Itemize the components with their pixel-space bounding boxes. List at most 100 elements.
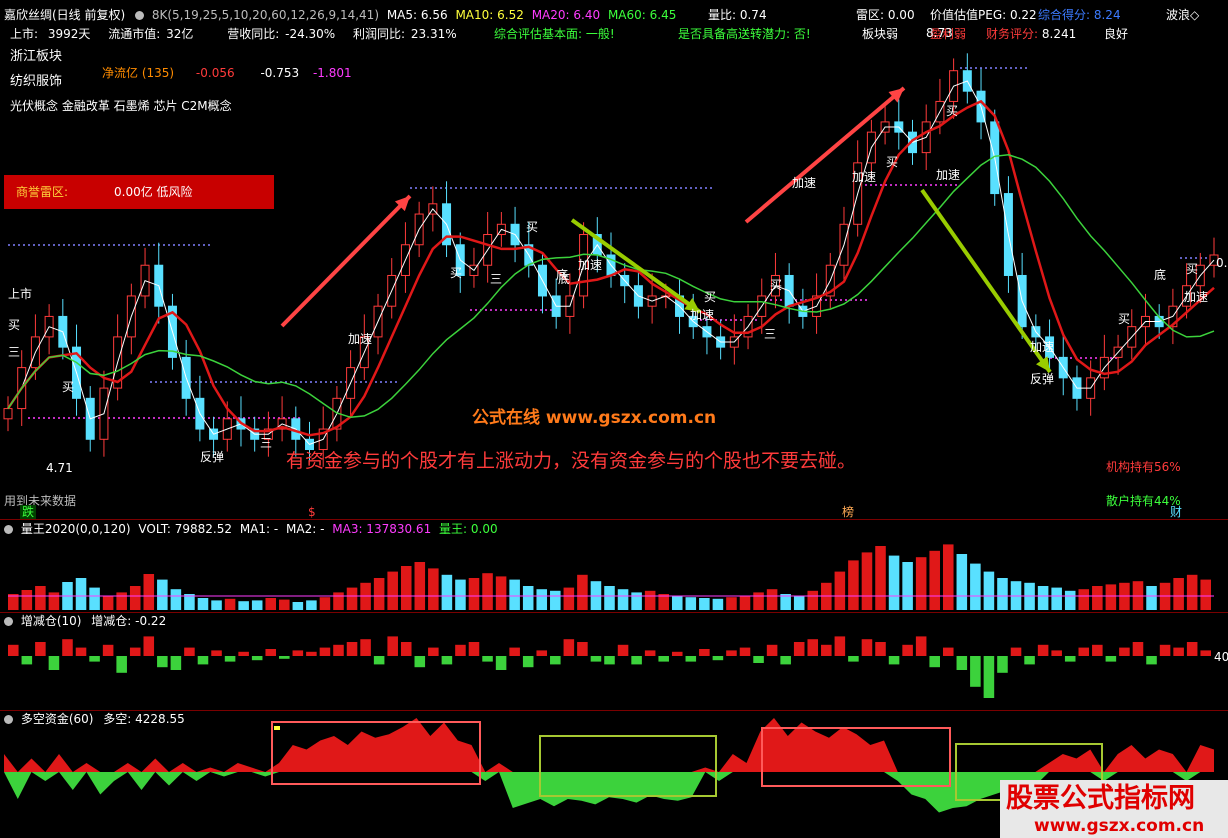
netflow-row: 净流亿 (135) -0.056 -0.753 -1.801 bbox=[102, 66, 352, 80]
volume-bar bbox=[793, 595, 805, 610]
revenue-label: 营收同比: bbox=[227, 27, 280, 41]
signal-label: 加速 bbox=[1030, 340, 1055, 354]
position-bar bbox=[726, 650, 737, 656]
watermark-title: 股票公式指标网 bbox=[1006, 783, 1195, 814]
wave-toggle[interactable]: 波浪◇ bbox=[1166, 8, 1199, 22]
position-bar bbox=[129, 647, 141, 656]
panel-divider bbox=[0, 612, 1228, 613]
position-bar bbox=[1037, 644, 1049, 656]
signal-label: 三 bbox=[764, 327, 777, 341]
volume-bar bbox=[468, 578, 480, 610]
volume-bar bbox=[1200, 579, 1211, 610]
position-bar bbox=[685, 656, 697, 662]
position-bar bbox=[1159, 644, 1171, 656]
position-bar bbox=[1200, 650, 1211, 656]
volume-bar bbox=[346, 587, 358, 610]
event-marker-dollar[interactable]: $ bbox=[308, 505, 316, 519]
volume-bar bbox=[509, 579, 520, 610]
volume-bar bbox=[224, 598, 236, 610]
ma60-value: MA60: 6.45 bbox=[607, 8, 677, 22]
signal-label: 三 bbox=[8, 345, 21, 359]
position-bar bbox=[197, 656, 209, 665]
signal-label: 加速 bbox=[578, 258, 603, 272]
volume-bar bbox=[197, 598, 209, 610]
position-bar bbox=[780, 656, 791, 665]
region-tag: 浙江板块 bbox=[10, 49, 63, 64]
listed-label: 上市: bbox=[10, 27, 39, 41]
volume-bar bbox=[766, 589, 778, 610]
volume-bar bbox=[89, 587, 100, 610]
volume-bar bbox=[699, 598, 710, 610]
position-bar bbox=[1132, 642, 1144, 656]
position-bar bbox=[522, 656, 534, 668]
watermark-url: www.gszx.com.cn bbox=[1034, 816, 1205, 836]
position-bar bbox=[658, 656, 669, 662]
position-bar bbox=[997, 656, 1008, 673]
position-bar bbox=[1186, 642, 1198, 656]
high-price-label: 8.73 bbox=[926, 26, 953, 40]
position-bar bbox=[766, 644, 778, 656]
signal-label: 加速 bbox=[348, 332, 373, 346]
volume-bar bbox=[400, 566, 412, 610]
risk-value: 0.00亿 低风险 bbox=[114, 185, 193, 199]
position-bar bbox=[793, 642, 805, 656]
position-bar bbox=[1024, 656, 1035, 665]
volume-bar bbox=[21, 590, 33, 610]
position-bar bbox=[306, 651, 317, 656]
position-bar bbox=[333, 644, 344, 656]
volume-bar bbox=[807, 590, 819, 610]
signal-label: 底 bbox=[1154, 268, 1167, 282]
volume-bar bbox=[35, 586, 46, 610]
position-bar bbox=[577, 642, 588, 656]
volume-bar bbox=[373, 578, 385, 610]
signal-label: 反弹 bbox=[200, 450, 225, 464]
event-marker-cai[interactable]: 财 bbox=[1170, 505, 1182, 519]
position-bar bbox=[102, 644, 114, 656]
position-bar bbox=[848, 656, 859, 662]
volume-bar bbox=[129, 586, 141, 610]
goodwill-risk-box: 商誉雷区: 0.00亿 低风险 bbox=[4, 175, 274, 209]
position-bar bbox=[346, 642, 358, 656]
position-bar bbox=[888, 656, 900, 665]
volume-bar bbox=[333, 592, 344, 610]
volume-bar bbox=[143, 574, 155, 610]
ma-params: 8K(5,19,25,5,10,20,60,12,26,9,14,41) bbox=[151, 8, 379, 22]
position-chart[interactable] bbox=[0, 614, 1228, 710]
position-bar bbox=[821, 644, 832, 656]
signal-label: 买 bbox=[8, 318, 21, 332]
signal-label: 买 bbox=[62, 380, 75, 394]
financial-score: 财务评分: 8.241 bbox=[986, 27, 1076, 41]
position-bar bbox=[536, 650, 548, 656]
volume-bar bbox=[712, 598, 724, 610]
stock-title[interactable]: 嘉欣丝绸(日线 前复权) bbox=[4, 8, 125, 22]
event-marker-die[interactable]: 跌 bbox=[20, 505, 37, 519]
institution-holding: 机构持有56% bbox=[1106, 460, 1181, 474]
position-bar bbox=[563, 639, 575, 656]
volume-bar bbox=[563, 587, 575, 610]
position-bar bbox=[143, 636, 155, 656]
volume-bar bbox=[1064, 590, 1076, 610]
position-bar bbox=[1105, 656, 1117, 662]
fin-score-value: 8.241 bbox=[1041, 27, 1077, 41]
volume-chart[interactable] bbox=[0, 522, 1228, 612]
volume-bar bbox=[888, 555, 900, 610]
position-bar bbox=[861, 639, 873, 656]
volume-bar bbox=[739, 595, 751, 610]
volume-bar bbox=[942, 544, 954, 610]
volume-bar bbox=[482, 573, 493, 610]
volume-bar bbox=[631, 592, 642, 610]
info-bar: 嘉欣丝绸(日线 前复权) 8K(5,19,25,5,10,20,60,12,26… bbox=[4, 8, 676, 22]
volume-bar bbox=[685, 597, 697, 610]
concept-tags: 光伏概念 金融改革 石墨烯 芯片 C2M概念 bbox=[10, 99, 232, 113]
volume-bar bbox=[1078, 589, 1090, 610]
volume-bar bbox=[604, 586, 615, 610]
position-bar bbox=[184, 647, 195, 656]
signal-label: 买 bbox=[770, 278, 783, 292]
volume-bar bbox=[211, 600, 222, 610]
event-marker-bang[interactable]: 榜 bbox=[842, 505, 854, 519]
volume-bar bbox=[292, 602, 304, 610]
position-bar bbox=[170, 656, 182, 670]
signal-label: 加速 bbox=[792, 176, 817, 190]
position-bar bbox=[1051, 650, 1062, 656]
settings-dot-icon[interactable] bbox=[135, 11, 145, 20]
